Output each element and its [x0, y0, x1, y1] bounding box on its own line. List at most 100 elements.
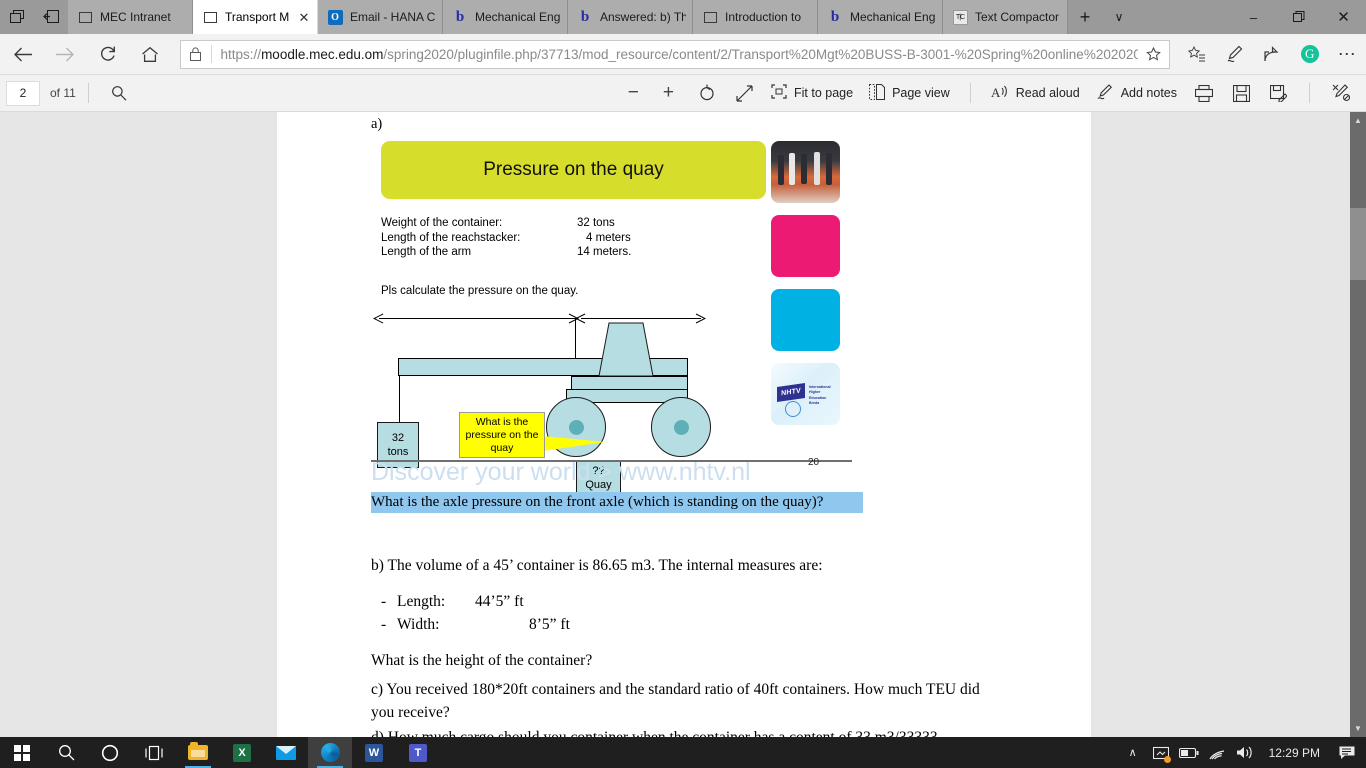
task-view-icon: [145, 745, 163, 760]
section-b-question: What is the height of the container?: [371, 652, 593, 669]
action-center-icon[interactable]: [1330, 737, 1366, 768]
home-icon[interactable]: [130, 36, 169, 72]
browser-tab-mechanical-eng-1[interactable]: b Mechanical Eng: [443, 0, 568, 34]
window-icon: [202, 9, 218, 25]
forward-icon[interactable]: [45, 36, 84, 72]
add-notes-button[interactable]: Add notes: [1088, 78, 1185, 108]
browser-tab-mec-intranet[interactable]: MEC Intranet: [68, 0, 193, 34]
tab-menu-chevron-down-icon[interactable]: ∨: [1102, 0, 1136, 34]
spec-row: Length of the reachstacker: 4 meters: [381, 231, 631, 246]
new-tab-button[interactable]: +: [1068, 0, 1102, 34]
svg-text:A: A: [991, 85, 1001, 100]
tab-title: Mechanical Eng: [475, 10, 561, 24]
mail-icon: [276, 745, 296, 760]
onedrive-icon[interactable]: [1147, 737, 1175, 768]
pdf-document-area[interactable]: a) Pressure on the quay NHTV Internation…: [0, 112, 1366, 737]
tab-title: MEC Intranet: [100, 10, 171, 24]
page-number-input[interactable]: 2: [6, 80, 40, 106]
volume-icon[interactable]: [1231, 737, 1259, 768]
search-icon[interactable]: [101, 78, 137, 108]
grammarly-badge: G: [1300, 45, 1319, 63]
task-view-button[interactable]: [132, 737, 176, 768]
spec-value: 32 tons: [577, 217, 615, 229]
printer-icon[interactable]: [1185, 78, 1223, 108]
padlock-icon: [181, 47, 211, 61]
zoom-in-button[interactable]: +: [649, 78, 688, 108]
rotate-icon[interactable]: [688, 78, 726, 108]
save-icon[interactable]: [1223, 78, 1260, 108]
tab-overview-icon[interactable]: [0, 0, 34, 34]
taskbar-clock[interactable]: 12:29 PM: [1259, 737, 1330, 768]
address-input[interactable]: https://moodle.mec.edu.om/spring2020/plu…: [179, 39, 1171, 69]
start-button[interactable]: [0, 737, 44, 768]
set-tabs-aside-icon[interactable]: [34, 0, 68, 34]
refresh-icon[interactable]: [88, 36, 127, 72]
swatch-magenta: [771, 215, 840, 277]
expand-icon[interactable]: [726, 78, 763, 108]
brainly-b-icon: b: [580, 8, 590, 25]
window-icon: [77, 9, 93, 25]
fit-to-page-icon: [771, 84, 787, 102]
slide-spec-list: Weight of the container: 32 tons Length …: [381, 216, 631, 260]
add-notes-label: Add notes: [1120, 86, 1177, 100]
wifi-icon[interactable]: [1203, 737, 1231, 768]
back-icon[interactable]: [3, 36, 42, 72]
scroll-up-icon[interactable]: ▲: [1350, 112, 1366, 129]
magnifier-icon: [58, 745, 74, 761]
show-hidden-icons-button[interactable]: ∧: [1119, 737, 1147, 768]
word-button[interactable]: W: [352, 737, 396, 768]
favorites-hub-icon[interactable]: [1178, 36, 1216, 72]
section-d-partial-text: d) How much cargo should you container w…: [371, 729, 1021, 737]
item-label: Width:: [397, 616, 440, 633]
file-explorer-button[interactable]: [176, 737, 220, 768]
spec-row: Length of the arm 14 meters.: [381, 245, 631, 260]
fit-to-page-button[interactable]: Fit to page: [763, 78, 861, 108]
grammarly-icon[interactable]: G: [1291, 36, 1329, 72]
swatch-photo: [771, 141, 840, 203]
section-b-text: b) The volume of a 45’ container is 86.6…: [371, 557, 823, 574]
page-view-button[interactable]: Page view: [861, 78, 958, 108]
browser-tab-text-compactor[interactable]: T|C Text Compactor: [943, 0, 1068, 34]
edge-button[interactable]: [308, 737, 352, 768]
browser-tab-transport-mgt[interactable]: Transport M ✕: [193, 0, 318, 34]
page-view-label: Page view: [892, 86, 950, 100]
minimize-window-button[interactable]: –: [1231, 0, 1276, 34]
browser-address-bar: https://moodle.mec.edu.om/spring2020/plu…: [0, 34, 1366, 75]
browser-tab-mechanical-eng-2[interactable]: b Mechanical Eng: [818, 0, 943, 34]
tab-title: Transport M: [225, 10, 290, 24]
close-tab-icon[interactable]: ✕: [297, 10, 311, 24]
scrollbar-thumb[interactable]: [1350, 208, 1366, 280]
search-button[interactable]: [44, 737, 88, 768]
web-notes-pen-icon[interactable]: [1216, 36, 1254, 72]
browser-tab-email-hana[interactable]: O Email - HANA C: [318, 0, 443, 34]
cortana-button[interactable]: [88, 737, 132, 768]
settings-more-icon[interactable]: ⋯: [1328, 36, 1366, 72]
spec-label: Length of the reachstacker:: [381, 231, 521, 244]
window-icon: [702, 9, 718, 25]
arrowhead-right-2: [695, 313, 706, 324]
excel-button[interactable]: X: [220, 737, 264, 768]
fit-to-page-label: Fit to page: [793, 86, 854, 100]
read-aloud-button[interactable]: A Read aloud: [983, 78, 1088, 108]
dimension-line-right: [581, 318, 701, 319]
close-window-button[interactable]: ✕: [1321, 0, 1366, 34]
browser-tab-answered[interactable]: b Answered: b) Th: [568, 0, 693, 34]
spec-value: 14 meters.: [577, 246, 632, 259]
scroll-down-icon[interactable]: ▼: [1350, 720, 1366, 737]
browser-tab-introduction-to[interactable]: Introduction to: [693, 0, 818, 34]
teams-button[interactable]: T: [396, 737, 440, 768]
vertical-scrollbar[interactable]: ▲ ▼: [1350, 112, 1366, 737]
windows-logo-icon: [14, 744, 30, 761]
spec-value: 4 meters: [586, 231, 631, 244]
maximize-window-button[interactable]: [1276, 0, 1321, 34]
dimension-line-left: [379, 318, 575, 319]
share-icon[interactable]: [1253, 36, 1291, 72]
clear-drawing-icon[interactable]: [1322, 78, 1366, 108]
battery-icon[interactable]: [1175, 737, 1203, 768]
toolbar-divider-2: [969, 83, 971, 103]
zoom-out-button[interactable]: −: [618, 78, 649, 108]
star-icon[interactable]: [1138, 46, 1170, 62]
save-as-icon[interactable]: [1260, 78, 1297, 108]
front-wheel-hub: [569, 420, 584, 435]
mail-button[interactable]: [264, 737, 308, 768]
